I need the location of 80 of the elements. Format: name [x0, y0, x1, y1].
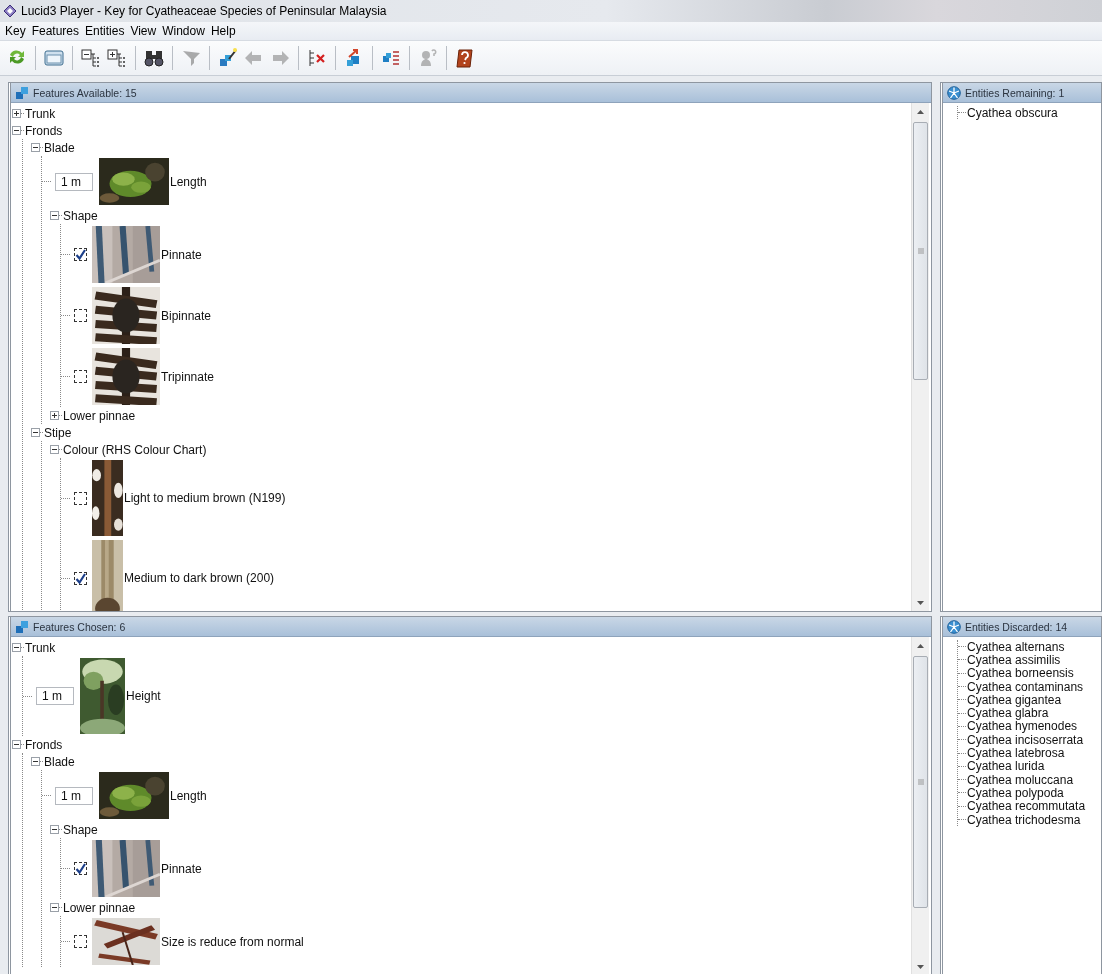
scrollbar[interactable]	[911, 637, 929, 974]
tree-item[interactable]: Fronds	[24, 737, 63, 752]
entity-item[interactable]: Cyathea alternans	[967, 639, 1065, 654]
checkbox[interactable]	[74, 370, 87, 383]
entity-item[interactable]: Cyathea contaminans	[967, 679, 1084, 694]
entity-item[interactable]: Cyathea obscura	[967, 105, 1058, 120]
collapse-icon[interactable]	[31, 757, 40, 766]
menu-item[interactable]: Help	[207, 24, 239, 38]
entities-icon	[947, 85, 961, 100]
checkbox[interactable]	[74, 571, 87, 585]
value-field[interactable]: 1 m	[55, 786, 93, 805]
tree-item[interactable]: Shape	[62, 208, 98, 223]
menu-item[interactable]: Entities	[82, 24, 128, 38]
tree-item[interactable]: Size is reduce from normal	[160, 934, 304, 949]
app-icon	[3, 4, 17, 18]
entity-item[interactable]: Cyathea recommutata	[967, 799, 1086, 814]
menu-item[interactable]: Features	[28, 24, 83, 38]
panel-title: Entities Remaining: 1	[965, 86, 1065, 99]
collapse-icon[interactable]	[50, 211, 59, 220]
expand-icon[interactable]	[50, 411, 59, 420]
tree-item[interactable]: Length	[169, 174, 207, 189]
scrollbar-thumb[interactable]	[913, 656, 928, 908]
collapse-icon[interactable]	[12, 740, 21, 749]
value-field[interactable]: 1 m	[55, 172, 93, 191]
entity-item[interactable]: Cyathea latebrosa	[967, 746, 1065, 761]
panel-title: Features Available: 15	[33, 86, 137, 99]
scroll-up-icon[interactable]	[917, 109, 924, 114]
tree-item[interactable]: Pinnate	[160, 247, 202, 262]
scroll-down-icon[interactable]	[917, 600, 924, 605]
checkbox[interactable]	[74, 935, 87, 948]
tree-item[interactable]: Shape	[62, 822, 98, 837]
value-field[interactable]: 1 m	[36, 687, 74, 705]
checkbox[interactable]	[74, 862, 87, 875]
collapse-icon[interactable]	[31, 428, 40, 437]
features-icon	[15, 619, 29, 634]
scrollbar-thumb[interactable]	[913, 122, 928, 380]
menu-item[interactable]: Key	[2, 24, 29, 38]
tree-item[interactable]: Colour (RHS Colour Chart)	[62, 442, 207, 457]
entity-item[interactable]: Cyathea moluccana	[967, 772, 1074, 787]
entity-item[interactable]: Cyathea incisoserrata	[967, 732, 1084, 747]
tree-item[interactable]: Lower pinnae	[62, 408, 136, 423]
tree-item[interactable]: Pinnate	[160, 861, 202, 876]
panel-title: Entities Discarded: 14	[965, 620, 1068, 633]
entity-item[interactable]: Cyathea trichodesma	[967, 812, 1081, 827]
tree-item[interactable]: Tripinnate	[160, 369, 214, 384]
features-icon	[15, 85, 29, 100]
tree-item[interactable]: Length	[169, 788, 207, 803]
collapse-icon[interactable]	[12, 643, 21, 652]
collapse-icon[interactable]	[12, 126, 21, 135]
scroll-down-icon[interactable]	[917, 964, 924, 969]
scroll-up-icon[interactable]	[917, 643, 924, 648]
tree-item[interactable]: Fronds	[24, 123, 63, 138]
tree-item[interactable]: Blade	[43, 754, 75, 769]
tree-item[interactable]: Stipe	[43, 425, 72, 440]
entity-item[interactable]: Cyathea borneensis	[967, 666, 1074, 681]
entity-item[interactable]: Cyathea hymenodes	[967, 719, 1078, 734]
window-title: Lucid3 Player - Key for Cyatheaceae Species of Peninsular Malaysia	[21, 4, 387, 18]
entity-item[interactable]: Cyathea glabra	[967, 706, 1049, 721]
collapse-icon[interactable]	[50, 445, 59, 454]
tree-item[interactable]: Blade	[43, 140, 75, 155]
tree-item[interactable]: Lower pinnae	[62, 900, 136, 915]
collapse-icon[interactable]	[50, 825, 59, 834]
panel-title: Features Chosen: 6	[33, 620, 126, 633]
tree-item[interactable]: Medium to dark brown (200)	[123, 571, 275, 585]
collapse-icon[interactable]	[31, 143, 40, 152]
menu-item[interactable]: Window	[159, 24, 208, 38]
entity-item[interactable]: Cyathea lurida	[967, 759, 1045, 774]
checkbox[interactable]	[74, 309, 87, 322]
checkbox[interactable]	[74, 248, 87, 261]
menu-item[interactable]: View	[127, 24, 160, 38]
checkbox[interactable]	[74, 491, 87, 505]
tree-item[interactable]: Trunk	[24, 640, 56, 655]
entities-icon	[947, 619, 961, 634]
tree-item[interactable]: Height	[125, 689, 161, 703]
tree-item[interactable]: Bipinnate	[160, 308, 212, 323]
scrollbar[interactable]	[911, 103, 929, 611]
tree-item[interactable]: Light to medium brown (N199)	[123, 491, 286, 505]
tree-item[interactable]: Trunk	[24, 106, 56, 121]
collapse-icon[interactable]	[50, 903, 59, 912]
expand-icon[interactable]	[12, 109, 21, 118]
